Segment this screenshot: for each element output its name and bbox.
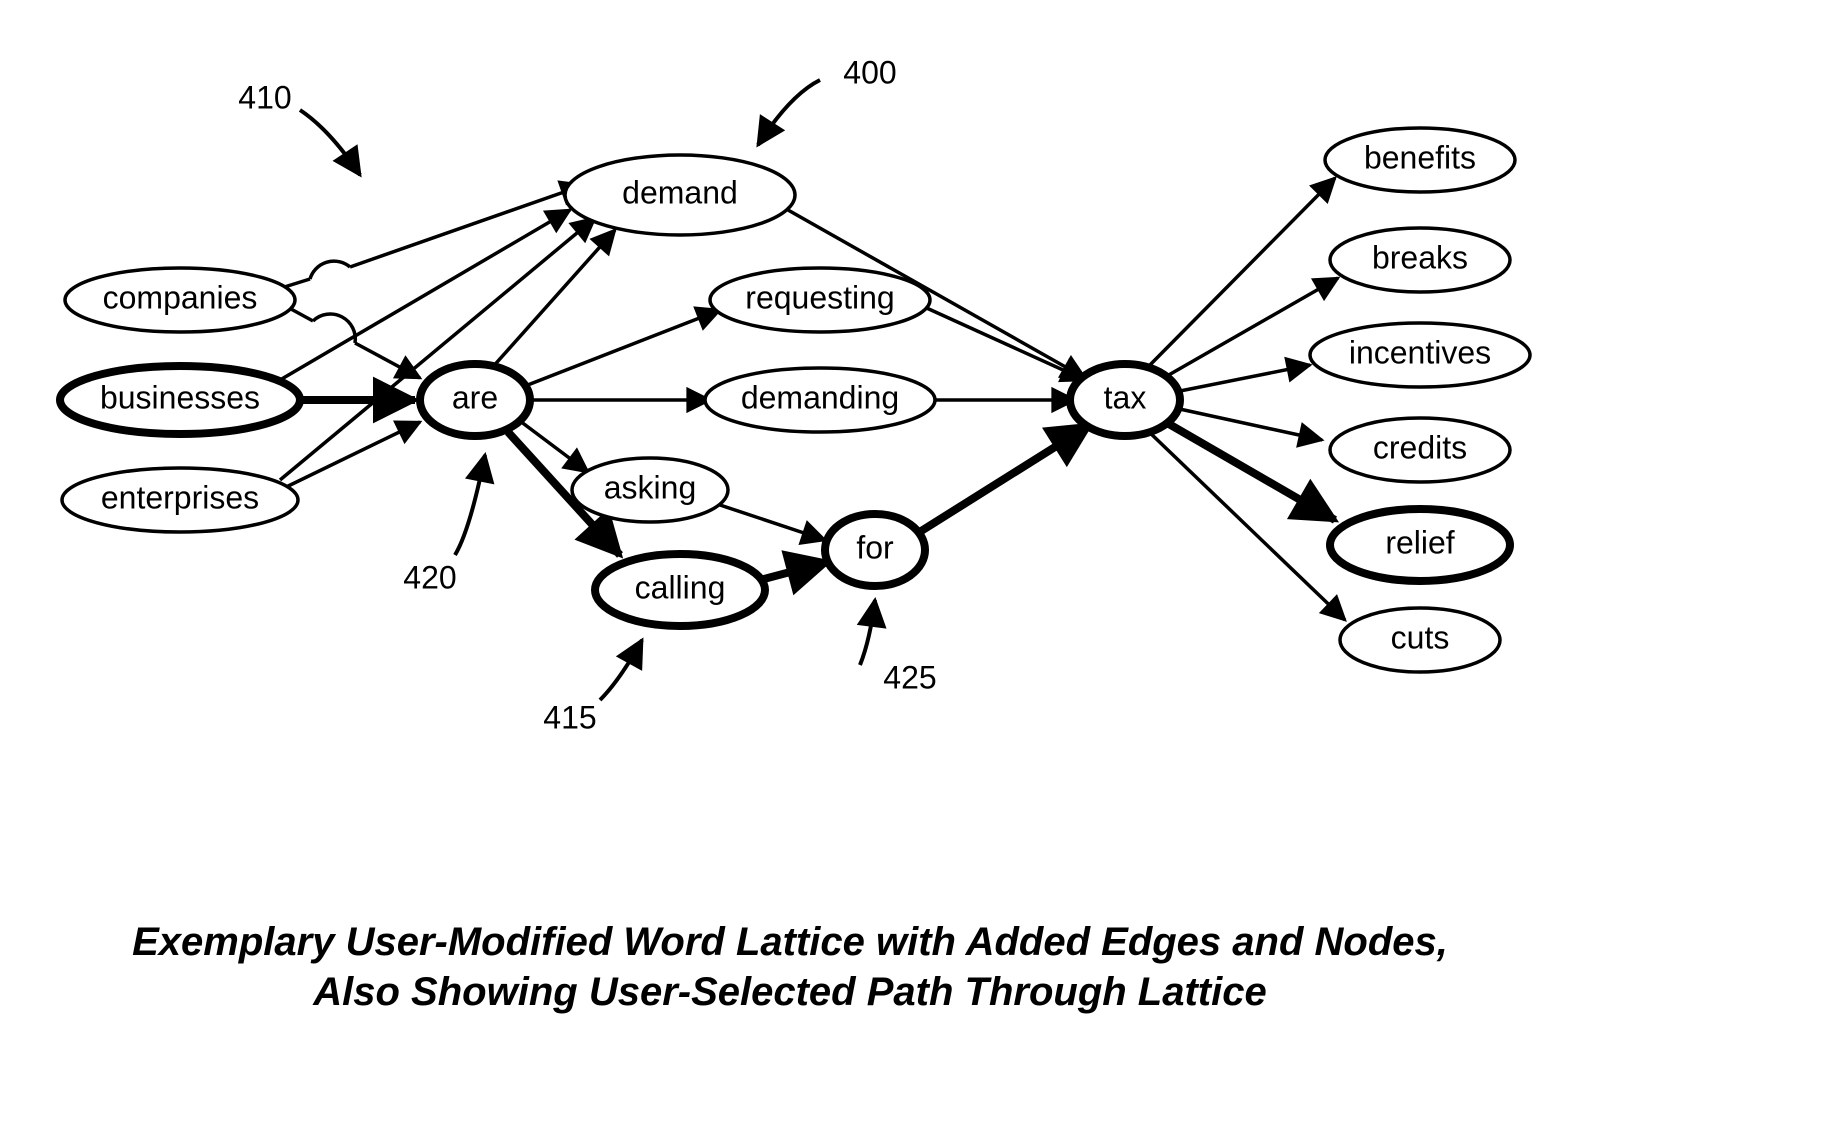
edge-tax-credits <box>1175 408 1322 440</box>
edge-for-tax <box>918 425 1090 533</box>
node-requesting: requesting <box>710 268 930 332</box>
annotation-415: 415 <box>543 640 642 735</box>
node-label-relief: relief <box>1385 524 1454 560</box>
edge-tax-cuts <box>1147 430 1345 620</box>
edge-tax-benefits <box>1145 178 1335 370</box>
annotation-label-415: 415 <box>543 699 596 735</box>
edge-tax-incentives <box>1175 365 1310 392</box>
edge-requesting-tax <box>920 305 1085 380</box>
node-label-breaks: breaks <box>1372 239 1468 275</box>
node-are: are <box>420 364 530 436</box>
node-label-demand: demand <box>622 174 738 210</box>
annotation-label-410: 410 <box>238 79 291 115</box>
node-label-for: for <box>856 529 894 565</box>
caption-line-2: Also Showing User-Selected Path Through … <box>312 970 1266 1014</box>
node-enterprises: enterprises <box>62 468 298 532</box>
node-incentives: incentives <box>1310 323 1530 387</box>
annotation-label-425: 425 <box>883 659 936 695</box>
node-cuts: cuts <box>1340 608 1500 672</box>
node-credits: credits <box>1330 418 1510 482</box>
edge-asking-for <box>720 505 825 540</box>
annotation-410: 410 <box>238 79 360 175</box>
node-label-benefits: benefits <box>1364 139 1476 175</box>
node-businesses: businesses <box>60 366 300 434</box>
node-demand: demand <box>565 155 795 235</box>
annotation-400: 400 <box>758 54 897 145</box>
annotation-425: 425 <box>860 600 937 695</box>
annotation-label-420: 420 <box>403 559 456 595</box>
edge-businesses-demand <box>280 210 570 380</box>
node-label-companies: companies <box>103 279 258 315</box>
node-label-calling: calling <box>635 569 726 605</box>
node-tax: tax <box>1070 364 1180 436</box>
node-label-incentives: incentives <box>1349 334 1491 370</box>
node-label-asking: asking <box>604 469 697 505</box>
node-label-cuts: cuts <box>1391 619 1450 655</box>
node-companies: companies <box>65 268 295 332</box>
node-relief: relief <box>1330 509 1510 581</box>
node-demanding: demanding <box>705 368 935 432</box>
word-lattice-diagram: companies businesses enterprises are dem… <box>0 0 1837 1123</box>
node-label-businesses: businesses <box>100 379 260 415</box>
edge-are-requesting <box>520 310 720 388</box>
node-benefits: benefits <box>1325 128 1515 192</box>
node-label-requesting: requesting <box>745 279 894 315</box>
node-asking: asking <box>572 458 728 522</box>
annotation-420: 420 <box>403 455 485 595</box>
caption-line-1: Exemplary User-Modified Word Lattice wit… <box>132 920 1448 964</box>
edge-enterprises-are <box>280 422 420 490</box>
edge-calling-for <box>760 562 828 580</box>
edge-companies-demand <box>278 185 584 289</box>
node-label-enterprises: enterprises <box>101 479 259 515</box>
node-label-are: are <box>452 379 498 415</box>
node-for: for <box>825 514 925 586</box>
annotation-label-400: 400 <box>843 54 896 90</box>
edge-are-asking <box>520 421 588 472</box>
node-label-tax: tax <box>1104 379 1147 415</box>
edge-are-demand <box>490 230 615 370</box>
node-label-credits: credits <box>1373 429 1467 465</box>
node-breaks: breaks <box>1330 228 1510 292</box>
node-calling: calling <box>595 554 765 626</box>
node-label-demanding: demanding <box>741 379 899 415</box>
